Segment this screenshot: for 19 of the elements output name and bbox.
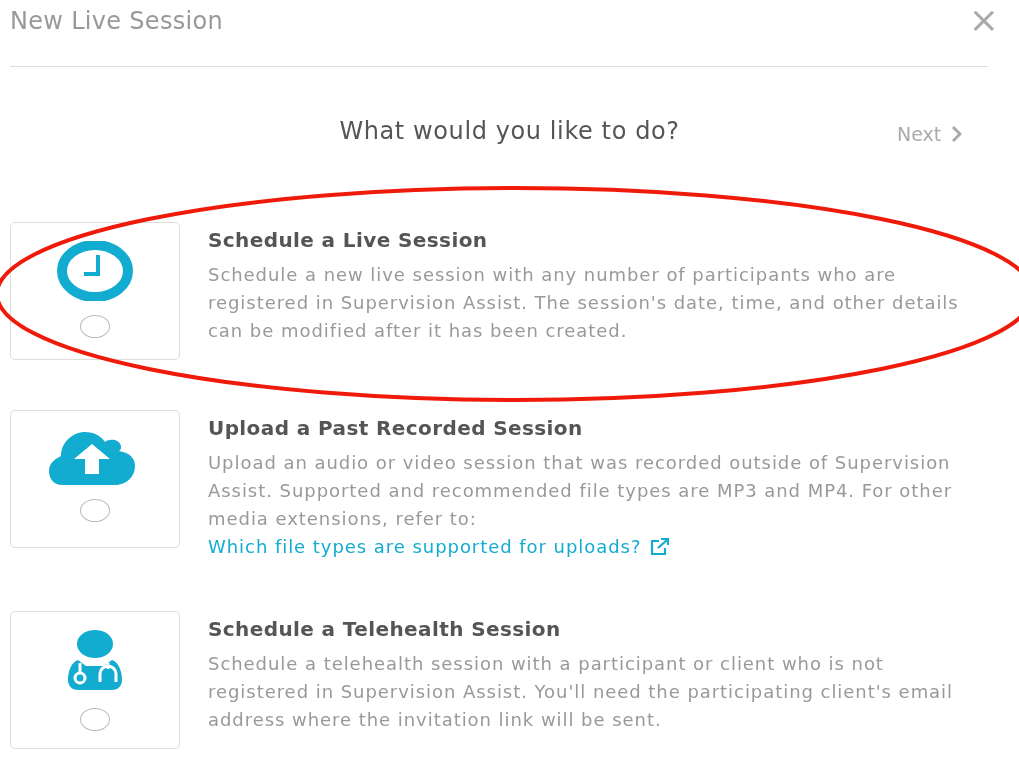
option-description: Upload an audio or video session that was recorded outside of Supervision Assist. Supported and recommended file types are MP3 and MP4. For other media extensions, refer to:: [208, 451, 954, 531]
option-description: Schedule a telehealth session with a participant or client who is not registered in Supervision Assist. You'll need the participating client's email address where the invitation link will be sent.: [208, 652, 954, 732]
option-card[interactable]: [10, 611, 180, 749]
option-title: Schedule a Live Session: [208, 227, 489, 254]
option-card[interactable]: [10, 222, 180, 360]
option-title: Upload a Past Recorded Session: [208, 415, 584, 442]
radio-button[interactable]: [80, 315, 110, 338]
option-title: Schedule a Telehealth Session: [208, 616, 562, 643]
close-button[interactable]: ×: [964, 0, 1003, 40]
radio-button[interactable]: [80, 708, 110, 731]
external-link-icon: [649, 538, 670, 556]
help-link[interactable]: Which file types are supported for uploads?: [208, 533, 670, 561]
dialog-title: New Live Session: [10, 6, 223, 37]
option-description: Schedule a new live session with any number of participants who are registered in Supervision Assist. The session's date, time, and other details can be modified after it has been created.: [208, 263, 960, 343]
option-card[interactable]: [10, 410, 180, 548]
chevron-icon: [951, 125, 963, 144]
clock-icon: [57, 241, 133, 301]
radio-button[interactable]: [80, 499, 110, 522]
question-heading: What would you like to do?: [339, 116, 680, 147]
